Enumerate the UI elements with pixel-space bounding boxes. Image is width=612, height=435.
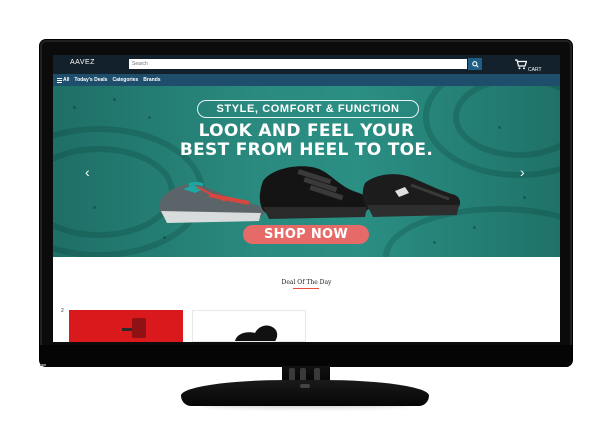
cart-button[interactable]: CART	[515, 57, 542, 75]
menu-icon	[57, 77, 62, 84]
pattern-dot	[113, 98, 116, 101]
deal-card[interactable]	[192, 310, 306, 342]
shoes-image	[159, 166, 461, 223]
search-input[interactable]	[129, 59, 467, 69]
pattern-dot	[163, 236, 166, 239]
hero-banner[interactable]: STYLE, COMFORT & FUNCTION LOOK AND FEEL …	[53, 86, 560, 257]
nav-item-categories[interactable]: Categories	[112, 77, 138, 83]
chevron-left-icon[interactable]: ‹	[85, 164, 90, 180]
search-icon	[471, 60, 479, 68]
nav-item-label: All	[63, 77, 70, 83]
pattern-dot	[523, 196, 526, 199]
pattern-dot	[148, 116, 151, 119]
tagline-pill: STYLE, COMFORT & FUNCTION	[197, 100, 419, 118]
pattern-dot	[73, 106, 76, 109]
brand-logo[interactable]: AAVEZ	[70, 59, 95, 66]
nav-bar: All Today's Deals Categories Brands	[53, 74, 560, 86]
stand-logo	[300, 384, 310, 388]
deal-section-title: Deal Of The Day	[281, 279, 332, 286]
sneaker-grey	[159, 182, 264, 223]
nav-item-todays-deals[interactable]: Today's Deals	[74, 77, 107, 83]
pattern-dot	[473, 226, 476, 229]
title-underline	[293, 288, 319, 289]
product-image	[122, 328, 132, 331]
nav-item-brands[interactable]: Brands	[143, 77, 160, 83]
hero-headline: LOOK AND FEEL YOUR	[198, 121, 415, 141]
deals-section: Deal Of The Day 2	[53, 257, 560, 342]
search-button[interactable]	[468, 58, 482, 70]
deal-card[interactable]	[69, 310, 183, 342]
shop-now-button[interactable]: SHOP NOW	[243, 225, 369, 244]
nav-item-all[interactable]: All	[57, 77, 69, 84]
product-image	[132, 318, 146, 338]
shoe-black	[259, 166, 370, 219]
chevron-right-icon[interactable]: ›	[520, 164, 525, 180]
shoe-athletic	[362, 174, 461, 217]
deal-index: 2	[61, 308, 64, 314]
hero-headline: BEST FROM HEEL TO TOE.	[179, 140, 434, 160]
cart-label: CART	[528, 67, 542, 73]
site-header: AAVEZ CART	[53, 55, 560, 74]
monitor-chin	[40, 345, 572, 367]
monitor-mark	[40, 364, 46, 366]
product-image	[235, 325, 278, 341]
pattern-dot	[93, 206, 96, 209]
monitor-screen: AAVEZ CART All Today's Deals Categories …	[53, 55, 560, 342]
pattern-dot	[433, 241, 436, 244]
cart-icon	[515, 57, 528, 75]
hero-tagline: STYLE, COMFORT & FUNCTION	[216, 103, 400, 115]
